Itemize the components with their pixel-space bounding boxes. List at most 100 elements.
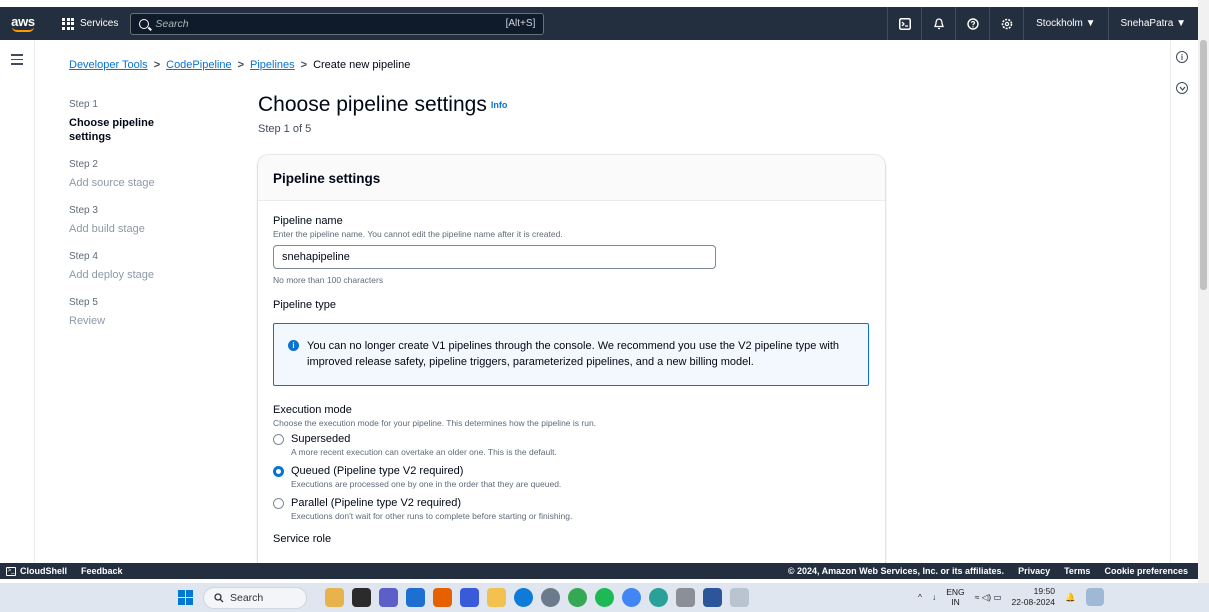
system-tray: ^ ↓ ENG IN ≈ ◁) ▭ 19:50 22-08-2024 🔔 (918, 586, 1104, 608)
breadcrumb-separator-icon: > (153, 59, 161, 71)
privacy-link[interactable]: Privacy (1018, 566, 1050, 576)
info-icon: i (288, 340, 299, 351)
store-app-icon[interactable] (406, 588, 425, 607)
right-divider (1170, 40, 1171, 563)
clock-date: 22-08-2024 (1011, 597, 1055, 607)
radio-queued[interactable]: Queued (Pipeline type V2 required) Execu… (273, 465, 870, 489)
info-panel-icon[interactable]: i (1176, 51, 1188, 63)
execution-mode-description: Choose the execution mode for your pipel… (273, 418, 597, 428)
aws-smile-icon (12, 27, 34, 32)
language-indicator[interactable]: ENG IN (946, 587, 964, 607)
pipeline-name-label: Pipeline name (273, 215, 343, 227)
language-bottom: IN (951, 597, 960, 607)
radio-parallel[interactable]: Parallel (Pipeline type V2 required) Exe… (273, 497, 870, 521)
word-icon[interactable] (703, 588, 722, 607)
cookie-preferences-link[interactable]: Cookie preferences (1104, 566, 1188, 576)
task-view-icon[interactable] (352, 588, 371, 607)
top-navigation: aws Services Search [Alt+S] Stockholm ▼ … (0, 7, 1198, 40)
footer-links: © 2024, Amazon Web Services, Inc. or its… (788, 566, 1198, 576)
notifications-bell-icon[interactable] (921, 7, 955, 40)
side-nav-toggle-icon[interactable] (11, 54, 23, 68)
breadcrumb-current: Create new pipeline (313, 59, 411, 71)
whatsapp-icon[interactable] (649, 588, 668, 607)
search-app-icon[interactable] (676, 588, 695, 607)
widgets-app-icon[interactable] (325, 588, 344, 607)
copilot-icon[interactable] (1085, 588, 1104, 606)
breadcrumb-codepipeline[interactable]: CodePipeline (166, 59, 231, 71)
aws-logo-text: aws (11, 13, 35, 29)
terms-link[interactable]: Terms (1064, 566, 1090, 576)
app-icon[interactable] (460, 588, 479, 607)
search-input[interactable]: Search [Alt+S] (130, 12, 545, 35)
spotify-icon[interactable] (595, 588, 614, 607)
radio-button[interactable] (273, 434, 284, 445)
left-divider (34, 40, 35, 563)
clock-time: 19:50 (1033, 586, 1055, 596)
usb-icon[interactable]: ↓ (932, 592, 936, 602)
step-number: Step 5 (69, 297, 98, 308)
panel-header: Pipeline settings (258, 155, 885, 201)
chevron-up-icon[interactable]: ^ (918, 592, 922, 602)
chrome-profile-icon[interactable] (622, 588, 641, 607)
app-icon[interactable] (730, 588, 749, 607)
wizard-step-1: Step 1 Choose pipeline settings (69, 99, 219, 144)
radio-label: Superseded (291, 433, 351, 445)
search-shortcut: [Alt+S] (505, 18, 536, 29)
wizard-step-5: Step 5 Review (69, 297, 219, 328)
radio-label: Parallel (Pipeline type V2 required) (291, 497, 461, 509)
step-title: Add deploy stage (69, 269, 155, 281)
step-title: Choose pipeline settings (69, 117, 154, 143)
radio-text: Queued (Pipeline type V2 required) Execu… (291, 465, 561, 489)
window-top-edge (0, 0, 1209, 7)
chat-app-icon[interactable] (379, 588, 398, 607)
firefox-icon[interactable] (433, 588, 452, 607)
page-scrollbar[interactable] (1198, 0, 1209, 583)
taskbar-search-label: Search (230, 592, 264, 604)
chrome-icon[interactable] (568, 588, 587, 607)
notification-bell-icon[interactable]: 🔔 (1065, 592, 1076, 603)
breadcrumb-pipelines[interactable]: Pipelines (250, 59, 295, 71)
step-number: Step 1 (69, 99, 98, 110)
wizard-step-2: Step 2 Add source stage (69, 159, 219, 190)
step-title: Add source stage (69, 177, 155, 189)
clock[interactable]: 19:50 22-08-2024 (1011, 586, 1054, 608)
edge-icon[interactable] (514, 588, 533, 607)
radio-description: A more recent execution can overtake an … (291, 447, 557, 457)
feedback-link[interactable]: Feedback (81, 566, 123, 576)
settings-gear-icon[interactable] (989, 7, 1023, 40)
breadcrumb-separator-icon: > (237, 59, 244, 71)
region-selector[interactable]: Stockholm ▼ (1023, 7, 1107, 40)
services-button[interactable]: Services (56, 13, 124, 35)
account-menu[interactable]: SnehaPatra ▼ (1107, 7, 1199, 40)
cloudshell-icon[interactable] (887, 7, 921, 40)
radio-button[interactable] (273, 498, 284, 509)
file-explorer-icon[interactable] (487, 588, 506, 607)
radio-text: Parallel (Pipeline type V2 required) Exe… (291, 497, 572, 521)
page-title-text: Choose pipeline settings (258, 93, 487, 116)
panel-body: Pipeline name Enter the pipeline name. Y… (258, 201, 885, 559)
tutorial-panel-icon[interactable] (1176, 82, 1188, 94)
scrollbar-thumb[interactable] (1200, 40, 1207, 290)
info-link[interactable]: Info (491, 100, 508, 110)
wifi-volume-battery-icon[interactable]: ≈ ◁) ▭ (975, 592, 1002, 603)
search-icon (139, 18, 150, 29)
alert-text: You can no longer create V1 pipelines th… (307, 340, 840, 368)
help-icon[interactable] (955, 7, 989, 40)
settings-icon[interactable] (541, 588, 560, 607)
nav-right-group: Stockholm ▼ SnehaPatra ▼ (887, 7, 1198, 40)
cloudshell-link[interactable]: CloudShell (20, 566, 67, 576)
step-title: Review (69, 315, 106, 327)
radio-superseded[interactable]: Superseded A more recent execution can o… (273, 433, 870, 457)
breadcrumb-developer-tools[interactable]: Developer Tools (69, 59, 148, 71)
pipeline-name-input[interactable]: snehapipeline (273, 245, 716, 269)
taskbar-search[interactable]: Search (203, 587, 307, 609)
services-label: Services (80, 18, 119, 29)
windows-start-icon[interactable] (178, 590, 193, 605)
grid-icon (62, 17, 74, 30)
taskbar-apps (325, 588, 749, 607)
language-top: ENG (946, 587, 965, 597)
radio-description: Executions are processed one by one in t… (291, 479, 562, 489)
radio-button[interactable] (273, 466, 284, 477)
radio-label: Queued (Pipeline type V2 required) (291, 465, 464, 477)
aws-logo[interactable]: aws (0, 7, 40, 40)
